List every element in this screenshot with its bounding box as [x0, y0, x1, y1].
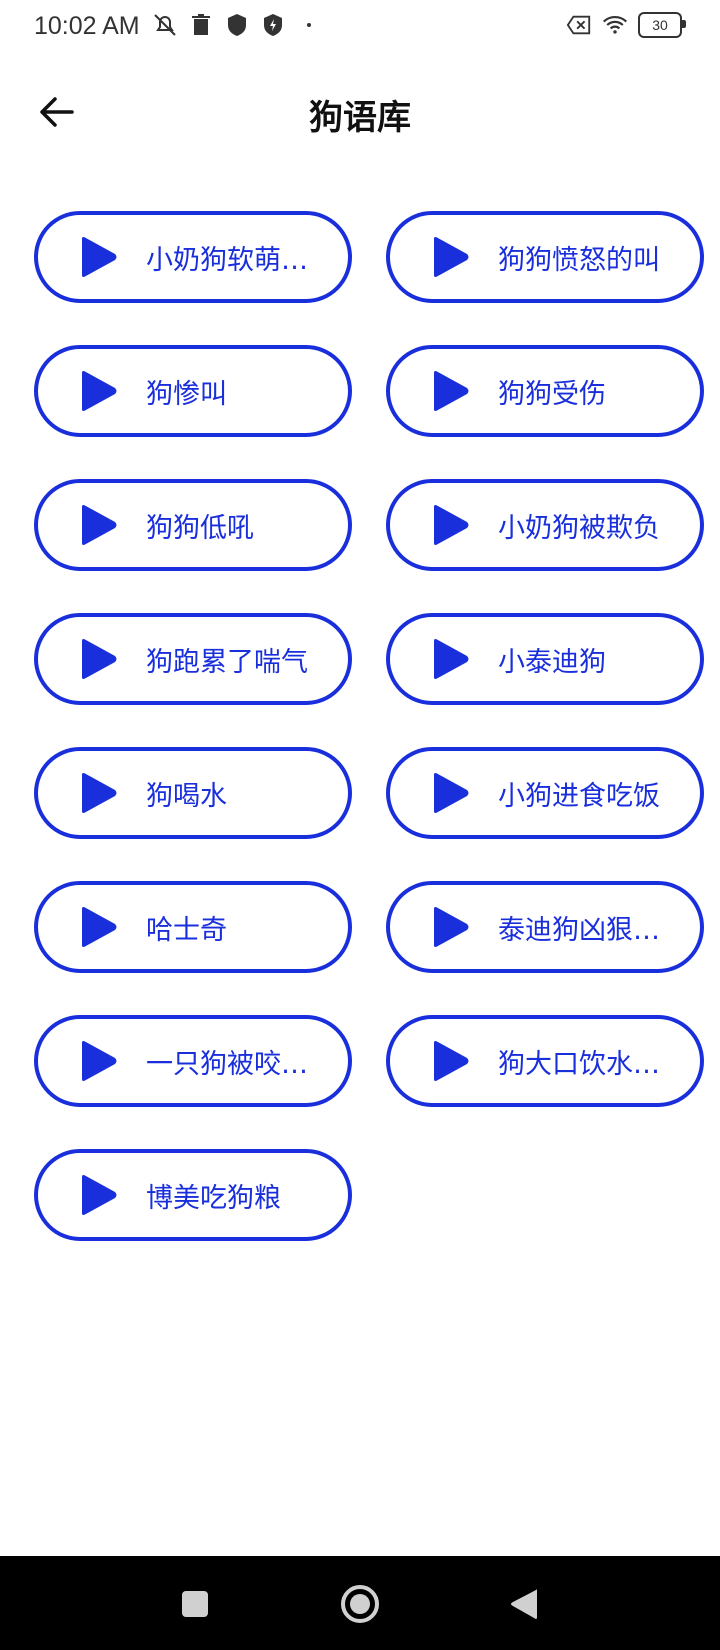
sound-item[interactable]: 博美吃狗粮 [34, 1149, 352, 1241]
nav-back-button[interactable] [500, 1580, 548, 1628]
sound-grid: 小奶狗软萌叫... 狗狗愤怒的叫 狗惨叫 狗狗受伤 狗狗低吼 小奶狗被欺负 狗跑… [34, 211, 706, 1241]
sound-item[interactable]: 狗大口饮水的... [386, 1015, 704, 1107]
sound-item[interactable]: 狗喝水 [34, 747, 352, 839]
wifi-icon [602, 12, 628, 38]
sound-item-label: 一只狗被咬伤... [146, 1048, 330, 1080]
sound-item-label: 小奶狗软萌叫... [146, 244, 330, 276]
sound-item[interactable]: 小奶狗被欺负 [386, 479, 704, 571]
sound-item-label: 狗狗受伤 [498, 378, 606, 410]
shield-icon [224, 12, 250, 38]
status-time: 10:02 AM [34, 12, 140, 40]
sound-item[interactable]: 哈士奇 [34, 881, 352, 973]
mute-icon [152, 12, 178, 38]
system-nav-bar [0, 1556, 720, 1650]
trash-icon [188, 12, 214, 38]
play-icon [82, 371, 117, 411]
sound-item-label: 小泰迪狗 [498, 646, 606, 678]
sound-item-label: 博美吃狗粮 [146, 1182, 281, 1214]
sound-item[interactable]: 小奶狗软萌叫... [34, 211, 352, 303]
play-icon [82, 237, 117, 277]
sound-item[interactable]: 狗狗低吼 [34, 479, 352, 571]
play-icon [434, 907, 469, 947]
play-icon [434, 237, 469, 277]
battery-indicator: 30 [638, 12, 686, 38]
home-icon [341, 1585, 379, 1623]
status-icons-right: 30 [566, 12, 686, 38]
sim-x-icon [566, 12, 592, 38]
play-icon [434, 773, 469, 813]
back-icon [511, 1589, 537, 1619]
status-bar: 10:02 AM 30 [0, 0, 720, 56]
status-icons-left [152, 12, 322, 38]
play-icon [82, 907, 117, 947]
sound-item[interactable]: 泰迪狗凶狠的... [386, 881, 704, 973]
play-icon [434, 1041, 469, 1081]
sound-item[interactable]: 狗惨叫 [34, 345, 352, 437]
page-title: 狗语库 [309, 98, 411, 138]
sound-item-label: 狗狗低吼 [146, 512, 254, 544]
shield-bolt-icon [260, 12, 286, 38]
sound-item-label: 哈士奇 [146, 914, 227, 946]
sound-item[interactable]: 狗跑累了喘气 [34, 613, 352, 705]
play-icon [434, 371, 469, 411]
play-icon [434, 505, 469, 545]
sound-item-label: 狗跑累了喘气 [146, 646, 308, 678]
home-button[interactable] [336, 1580, 384, 1628]
sound-item[interactable]: 狗狗愤怒的叫 [386, 211, 704, 303]
play-icon [82, 505, 117, 545]
sound-item-label: 狗狗愤怒的叫 [498, 244, 660, 276]
sound-item[interactable]: 狗狗受伤 [386, 345, 704, 437]
play-icon [434, 639, 469, 679]
sound-item[interactable]: 一只狗被咬伤... [34, 1015, 352, 1107]
recent-apps-icon [182, 1591, 208, 1617]
sound-item-label: 狗喝水 [146, 780, 227, 812]
play-icon [82, 773, 117, 813]
sound-item-label: 狗惨叫 [146, 378, 227, 410]
dot-icon [296, 12, 322, 38]
app-header: 狗语库 [0, 72, 720, 152]
play-icon [82, 1175, 117, 1215]
sound-item-label: 狗大口饮水的... [498, 1048, 682, 1080]
sound-item-label: 小奶狗被欺负 [498, 512, 660, 544]
sound-item[interactable]: 小狗进食吃饭 [386, 747, 704, 839]
play-icon [82, 639, 117, 679]
sound-item-label: 小狗进食吃饭 [498, 780, 660, 812]
play-icon [82, 1041, 117, 1081]
sound-item-label: 泰迪狗凶狠的... [498, 914, 682, 946]
sound-item[interactable]: 小泰迪狗 [386, 613, 704, 705]
recent-apps-button[interactable] [171, 1580, 219, 1628]
